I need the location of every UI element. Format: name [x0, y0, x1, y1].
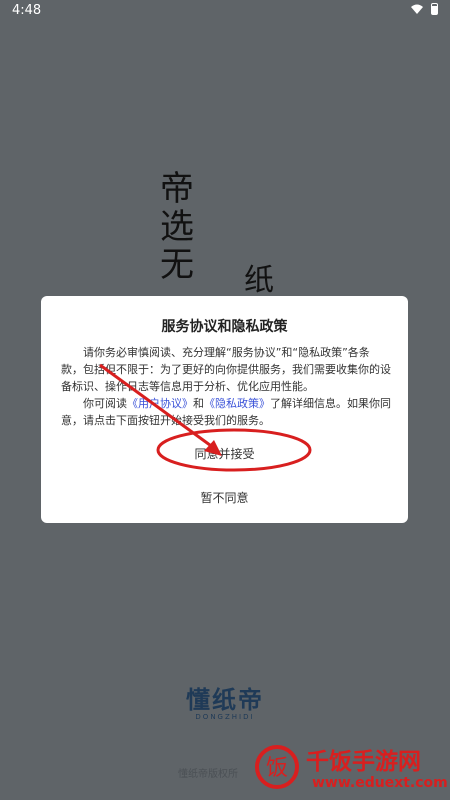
status-bar: 4:48: [0, 0, 450, 22]
splash-char: 纸: [244, 263, 274, 298]
splash-title: 帝 选 无 纸: [160, 169, 280, 298]
dialog-title: 服务协议和隐私政策: [161, 319, 288, 335]
splash-char: 帝: [160, 169, 194, 209]
privacy-dialog: 服务协议和隐私政策 请你务必审慎阅读、充分理解“服务协议”和“隐私政策”各条款，…: [41, 296, 408, 523]
user-agreement-link[interactable]: 《用户协议》: [127, 397, 193, 410]
paragraph-text: 和: [193, 397, 204, 410]
copyright-text: 懂纸帝版权所: [178, 769, 238, 780]
wifi-icon: [411, 4, 423, 14]
agree-button[interactable]: 同意并接受: [41, 445, 408, 462]
paragraph-text: 你可阅读: [83, 397, 127, 410]
privacy-policy-link[interactable]: 《隐私政策》: [204, 397, 270, 410]
watermark-badge-icon: 饭: [255, 745, 299, 789]
splash-char: 选: [160, 207, 194, 247]
watermark-name: 千饭手游网: [306, 749, 421, 775]
brand-logo: 懂纸帝 DONGZHIDI: [175, 680, 275, 721]
logo-text: 懂纸帝: [186, 686, 264, 714]
watermark-url: www.eduext.com: [312, 775, 448, 791]
status-icons: [411, 3, 438, 15]
dialog-paragraph-2: 你可阅读《用户协议》和《隐私政策》了解详细信息。如果你同意，请点击下面按钮开始接…: [61, 395, 391, 429]
disagree-button[interactable]: 暂不同意: [41, 489, 408, 506]
badge-text: 饭: [266, 756, 288, 781]
battery-icon: [431, 3, 438, 15]
dialog-body: 请你务必审慎阅读、充分理解“服务协议”和“隐私政策”各条款，包括但不限于：为了更…: [61, 344, 391, 429]
dialog-paragraph-1: 请你务必审慎阅读、充分理解“服务协议”和“隐私政策”各条款，包括但不限于：为了更…: [61, 346, 391, 393]
status-time: 4:48: [12, 3, 42, 18]
site-watermark: 饭 千饭手游网 www.eduext.com: [250, 740, 450, 800]
